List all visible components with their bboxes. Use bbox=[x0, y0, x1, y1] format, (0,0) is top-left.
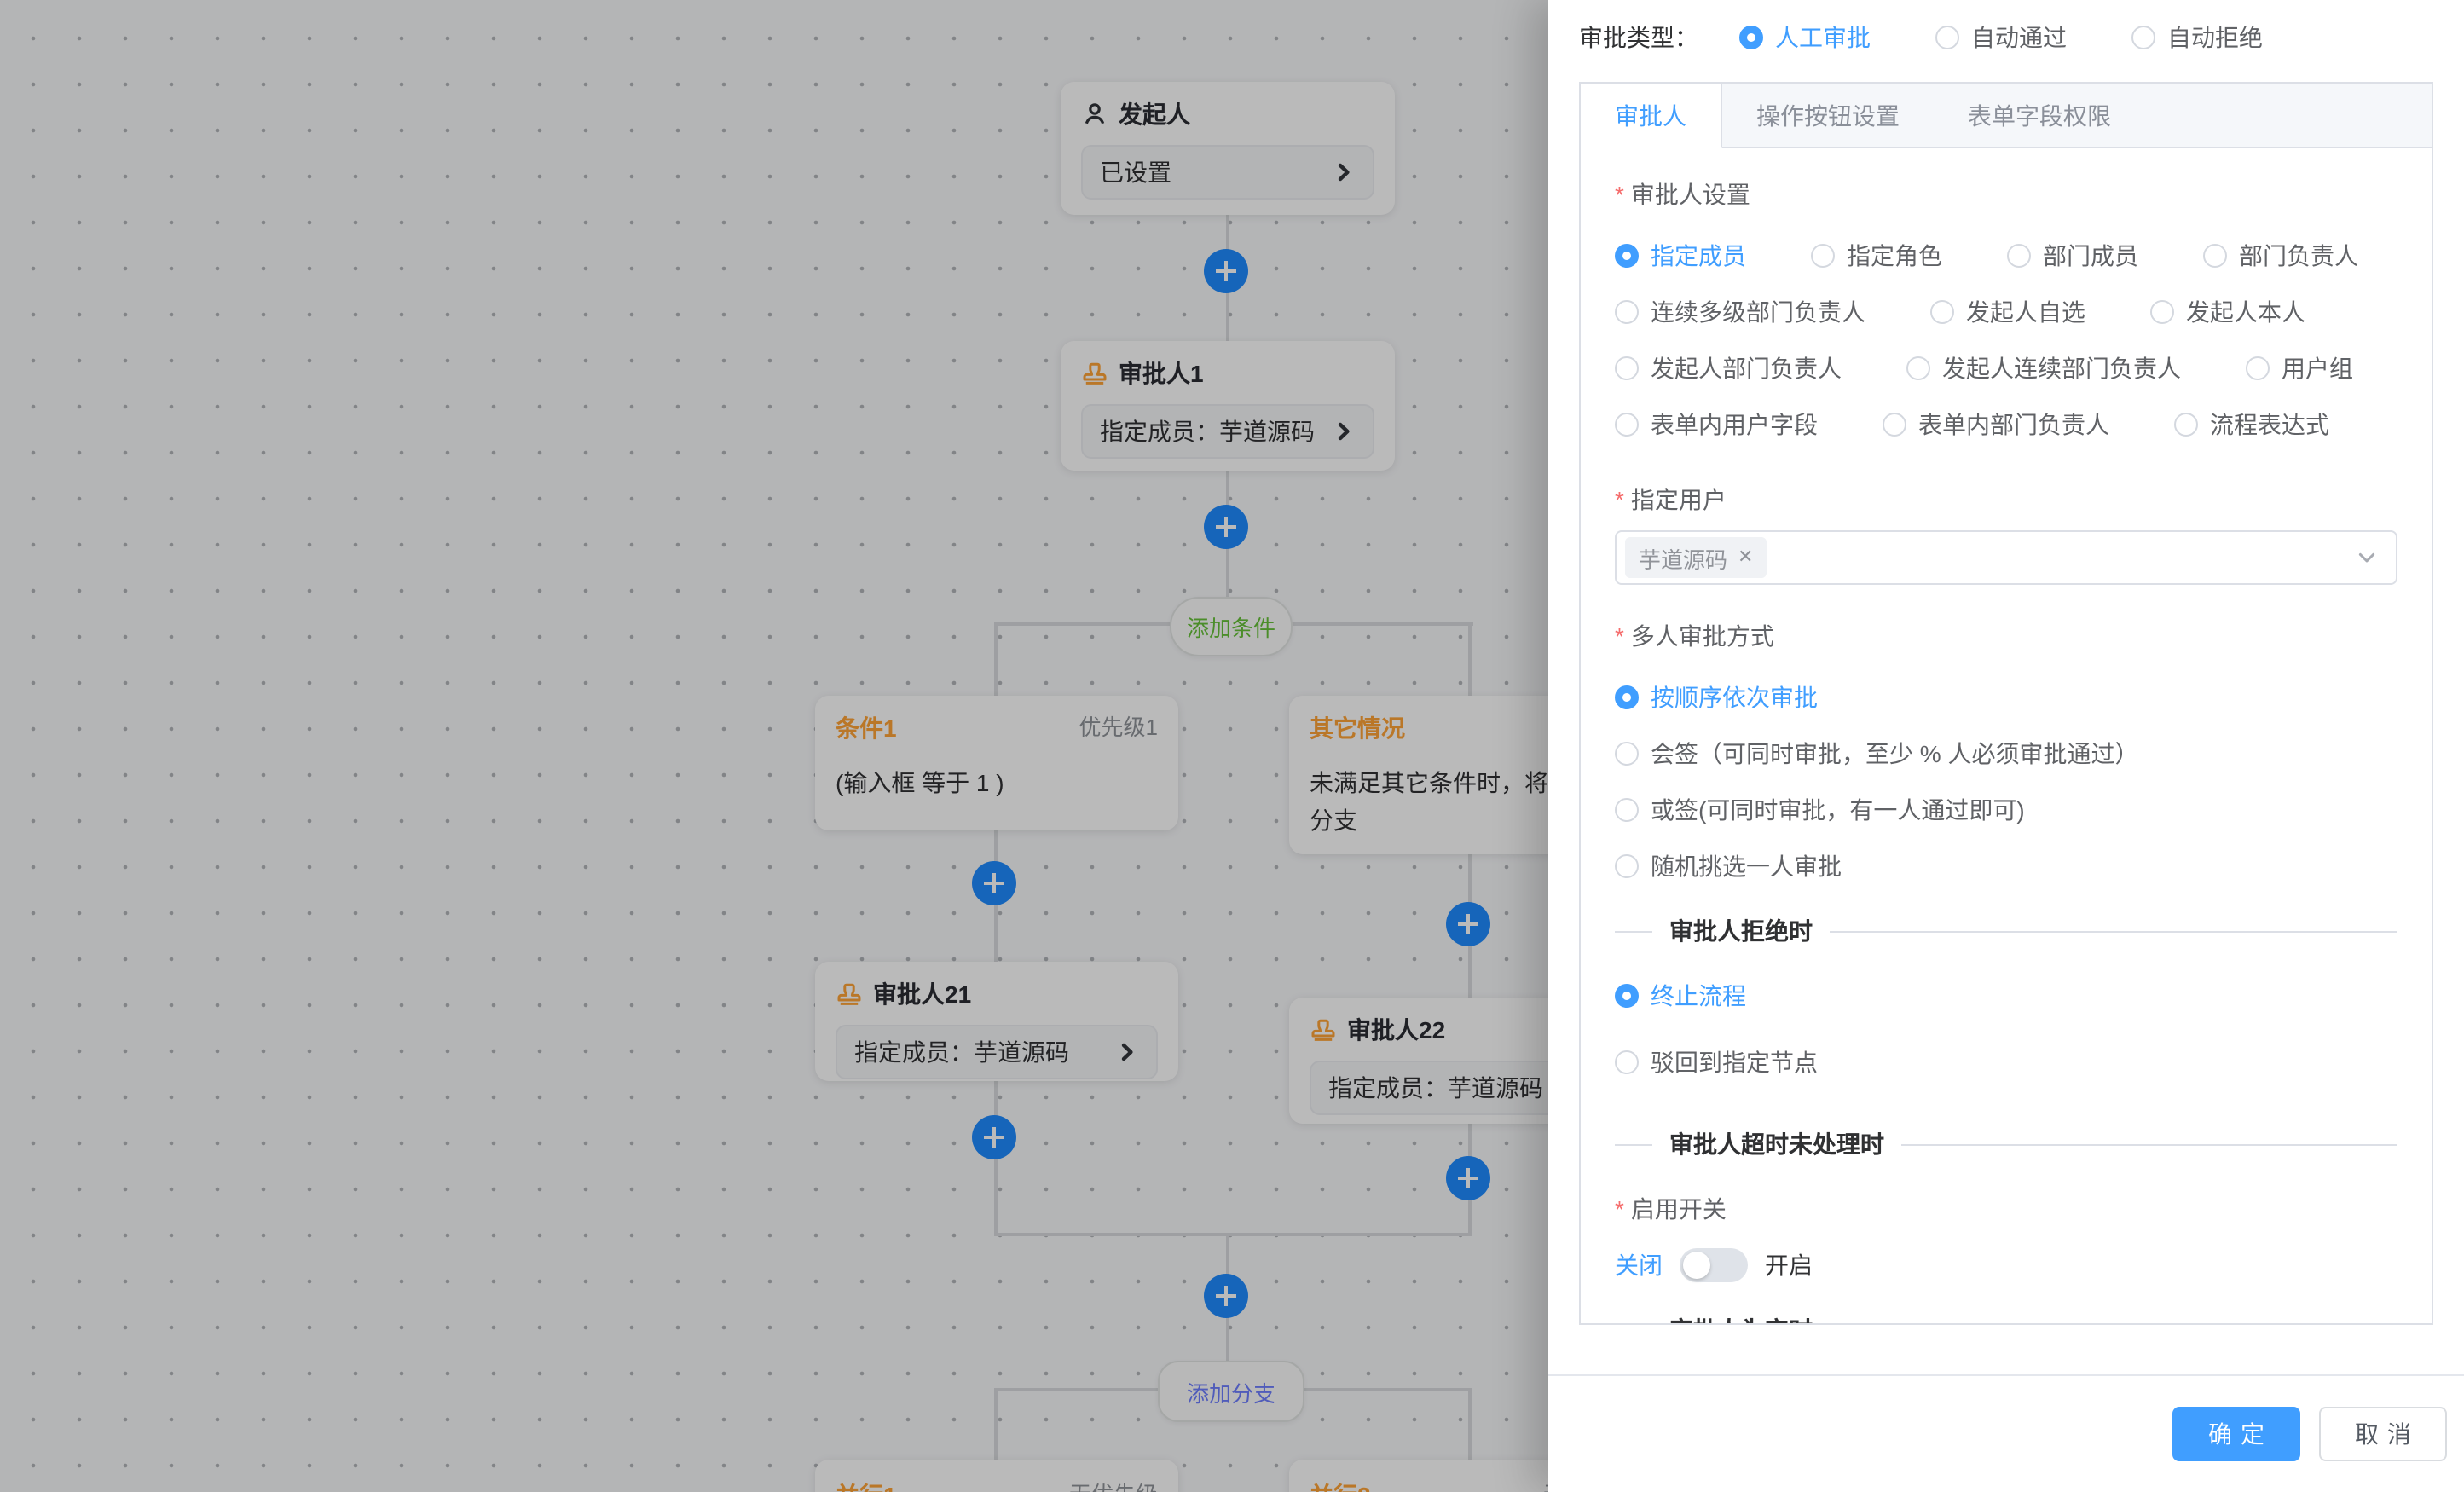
radio-assigned-member[interactable]: 指定成员 bbox=[1615, 239, 1746, 273]
radio-manual-approval[interactable]: 人工审批 bbox=[1739, 20, 1871, 55]
radio-dot bbox=[1739, 26, 1763, 49]
timeout-section-divider: 审批人超时未处理时 bbox=[1615, 1127, 2397, 1161]
timeout-toggle-switch[interactable] bbox=[1680, 1248, 1748, 1282]
tab-bar: 审批人 操作按钮设置 表单字段权限 bbox=[1581, 84, 2432, 148]
radio-dot bbox=[1615, 798, 1639, 822]
radio-dept-member[interactable]: 部门成员 bbox=[2007, 239, 2138, 273]
multi-approve-radio-group: 按顺序依次审批 会签（可同时审批，至少 % 人必须审批通过） 或签(可同时审批，… bbox=[1615, 680, 2397, 883]
radio-dot bbox=[1811, 244, 1835, 268]
radio-initiator-multi-dept-leader[interactable]: 发起人连续部门负责人 bbox=[1906, 351, 2181, 385]
cancel-button[interactable]: 取消 bbox=[2319, 1407, 2447, 1461]
reject-section-title: 审批人拒绝时 bbox=[1669, 914, 1813, 948]
switch-off-label: 关闭 bbox=[1615, 1248, 1663, 1282]
divider-line bbox=[1901, 1143, 2397, 1145]
reject-section-divider: 审批人拒绝时 bbox=[1615, 914, 2397, 948]
modal-overlay[interactable] bbox=[0, 0, 1548, 1492]
timeout-section-title: 审批人超时未处理时 bbox=[1669, 1127, 1884, 1161]
radio-dot bbox=[1615, 984, 1639, 1008]
radio-orsign[interactable]: 或签(可同时审批，有一人通过即可) bbox=[1615, 793, 2397, 827]
radio-dot bbox=[1615, 742, 1639, 766]
radio-sequential[interactable]: 按顺序依次审批 bbox=[1615, 680, 2397, 714]
tag-close-icon[interactable]: ✕ bbox=[1738, 548, 1753, 567]
flow-canvas[interactable]: 发起人 已设置 审批人1 指定成员 bbox=[0, 0, 1548, 1492]
radio-dot bbox=[2203, 244, 2227, 268]
radio-dot bbox=[2174, 413, 2198, 437]
confirm-button[interactable]: 确定 bbox=[2172, 1407, 2300, 1461]
radio-initiator-self[interactable]: 发起人本人 bbox=[2150, 295, 2305, 329]
timeout-switch-row: 关闭 开启 bbox=[1615, 1246, 2397, 1284]
tab-approver[interactable]: 审批人 bbox=[1581, 84, 1722, 148]
radio-countersign[interactable]: 会签（可同时审批，至少 % 人必须审批通过） bbox=[1615, 737, 2397, 771]
radio-dot bbox=[2150, 300, 2174, 324]
divider-line bbox=[1615, 1143, 1652, 1145]
approval-type-row: 审批类型： 人工审批 自动通过 自动拒绝 bbox=[1579, 20, 2433, 55]
reject-radio-group: 终止流程 驳回到指定节点 bbox=[1615, 979, 2397, 1079]
required-star: * bbox=[1615, 622, 1624, 650]
radio-dot bbox=[2246, 356, 2270, 380]
radio-dot bbox=[1615, 300, 1639, 324]
radio-dot bbox=[1935, 26, 1959, 49]
tab-form-field-permission[interactable]: 表单字段权限 bbox=[1934, 84, 2145, 147]
multi-approve-label: *多人审批方式 bbox=[1615, 619, 2397, 653]
user-tag: 芋道源码 ✕ bbox=[1625, 537, 1767, 578]
radio-dot bbox=[2131, 26, 2155, 49]
radio-dot bbox=[2007, 244, 2031, 268]
radio-process-expression[interactable]: 流程表达式 bbox=[2174, 408, 2329, 442]
switch-on-label: 开启 bbox=[1765, 1248, 1813, 1282]
tab-panel-approver: *审批人设置 指定成员 指定角色 部门成员 部门负责人 连续多级部门负责人 发起… bbox=[1581, 147, 2432, 1323]
radio-dot bbox=[1883, 413, 1906, 437]
approver-setting-label: *审批人设置 bbox=[1615, 177, 2397, 211]
assign-user-label: *指定用户 bbox=[1615, 483, 2397, 517]
radio-initiator-select[interactable]: 发起人自选 bbox=[1930, 295, 2085, 329]
radio-dot bbox=[1615, 685, 1639, 709]
radio-dot bbox=[1615, 854, 1639, 878]
divider-line bbox=[1830, 930, 2397, 932]
radio-form-user-field[interactable]: 表单内用户字段 bbox=[1615, 408, 1818, 442]
approver-config-drawer: 审批类型： 人工审批 自动通过 自动拒绝 审批人 操作按钮设置 表单字段权限 bbox=[1548, 0, 2464, 1492]
drawer-footer: 确定 取消 bbox=[1548, 1374, 2464, 1492]
chevron-down-icon bbox=[2355, 546, 2379, 570]
required-star: * bbox=[1615, 1195, 1624, 1223]
empty-approver-divider: 审批人为空时 bbox=[1615, 1313, 2397, 1323]
radio-multi-level-dept-leader[interactable]: 连续多级部门负责人 bbox=[1615, 295, 1865, 329]
required-star: * bbox=[1615, 486, 1624, 513]
config-tab-card: 审批人 操作按钮设置 表单字段权限 *审批人设置 指定成员 指定角色 部门成员 … bbox=[1579, 82, 2433, 1325]
approval-type-label: 审批类型： bbox=[1579, 20, 1698, 55]
radio-return-to-node[interactable]: 驳回到指定节点 bbox=[1615, 1045, 2397, 1079]
radio-user-group[interactable]: 用户组 bbox=[2246, 351, 2353, 385]
radio-dept-leader[interactable]: 部门负责人 bbox=[2203, 239, 2358, 273]
radio-terminate-process[interactable]: 终止流程 bbox=[1615, 979, 2397, 1013]
radio-dot bbox=[1930, 300, 1954, 324]
divider-line bbox=[1615, 930, 1652, 932]
radio-dot bbox=[1615, 413, 1639, 437]
enable-switch-label: *启用开关 bbox=[1615, 1192, 2397, 1226]
radio-assigned-role[interactable]: 指定角色 bbox=[1811, 239, 1942, 273]
tab-button-settings[interactable]: 操作按钮设置 bbox=[1722, 84, 1934, 147]
radio-dot bbox=[1615, 1050, 1639, 1074]
radio-dot bbox=[1615, 244, 1639, 268]
workflow-designer: 发起人 已设置 审批人1 指定成员 bbox=[0, 0, 2464, 1492]
radio-dot bbox=[1615, 356, 1639, 380]
radio-random-one[interactable]: 随机挑选一人审批 bbox=[1615, 849, 2397, 883]
radio-form-dept-leader[interactable]: 表单内部门负责人 bbox=[1883, 408, 2109, 442]
empty-approver-title: 审批人为空时 bbox=[1669, 1313, 1813, 1323]
required-star: * bbox=[1615, 181, 1624, 208]
radio-dot bbox=[1906, 356, 1930, 380]
approver-type-radio-group: 指定成员 指定角色 部门成员 部门负责人 连续多级部门负责人 发起人自选 发起人… bbox=[1615, 239, 2397, 442]
radio-auto-pass[interactable]: 自动通过 bbox=[1935, 20, 2067, 55]
radio-initiator-dept-leader[interactable]: 发起人部门负责人 bbox=[1615, 351, 1842, 385]
user-select[interactable]: 芋道源码 ✕ bbox=[1615, 530, 2397, 585]
radio-auto-reject[interactable]: 自动拒绝 bbox=[2131, 20, 2263, 55]
